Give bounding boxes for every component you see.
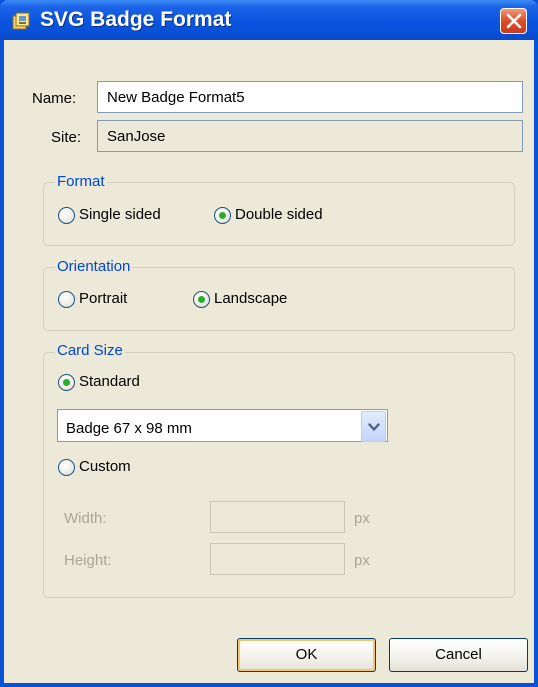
site-field: SanJose <box>97 120 523 152</box>
height-label: Height: <box>64 552 112 569</box>
title-bar[interactable]: SVG Badge Format <box>0 0 538 40</box>
name-input[interactable]: New Badge Format5 <box>97 81 523 113</box>
close-button[interactable] <box>500 8 527 34</box>
card-size-dropdown[interactable]: Badge 67 x 98 mm <box>57 409 388 442</box>
card-size-dropdown-value: Badge 67 x 98 mm <box>66 420 192 437</box>
custom-radio[interactable] <box>58 459 75 476</box>
dialog-window: SVG Badge Format Name: New Badge Format5… <box>0 0 538 687</box>
chevron-down-icon <box>368 423 380 431</box>
double-sided-radio[interactable] <box>214 207 231 224</box>
width-unit: px <box>354 510 370 527</box>
ok-button[interactable]: OK <box>237 638 376 672</box>
height-input[interactable] <box>210 543 345 575</box>
dialog-title: SVG Badge Format <box>40 8 232 31</box>
standard-label[interactable]: Standard <box>79 373 140 390</box>
format-legend: Format <box>55 173 107 190</box>
name-label: Name: <box>32 90 77 107</box>
double-sided-label[interactable]: Double sided <box>235 206 323 223</box>
dialog-body: Name: New Badge Format5 Site: SanJose Fo… <box>4 40 534 683</box>
landscape-radio[interactable] <box>193 291 210 308</box>
card-size-legend: Card Size <box>55 342 125 359</box>
single-sided-label[interactable]: Single sided <box>79 206 161 223</box>
portrait-radio[interactable] <box>58 291 75 308</box>
close-icon <box>506 13 522 29</box>
width-label: Width: <box>64 510 107 527</box>
height-unit: px <box>354 552 370 569</box>
landscape-label[interactable]: Landscape <box>214 290 287 307</box>
orientation-legend: Orientation <box>55 258 133 275</box>
portrait-label[interactable]: Portrait <box>79 290 127 307</box>
site-label: Site: <box>51 129 82 146</box>
standard-radio[interactable] <box>58 374 75 391</box>
single-sided-radio[interactable] <box>58 207 75 224</box>
badge-format-icon <box>12 11 32 31</box>
custom-label[interactable]: Custom <box>79 458 131 475</box>
dropdown-button[interactable] <box>361 411 386 442</box>
cancel-button[interactable]: Cancel <box>389 638 528 672</box>
width-input[interactable] <box>210 501 345 533</box>
